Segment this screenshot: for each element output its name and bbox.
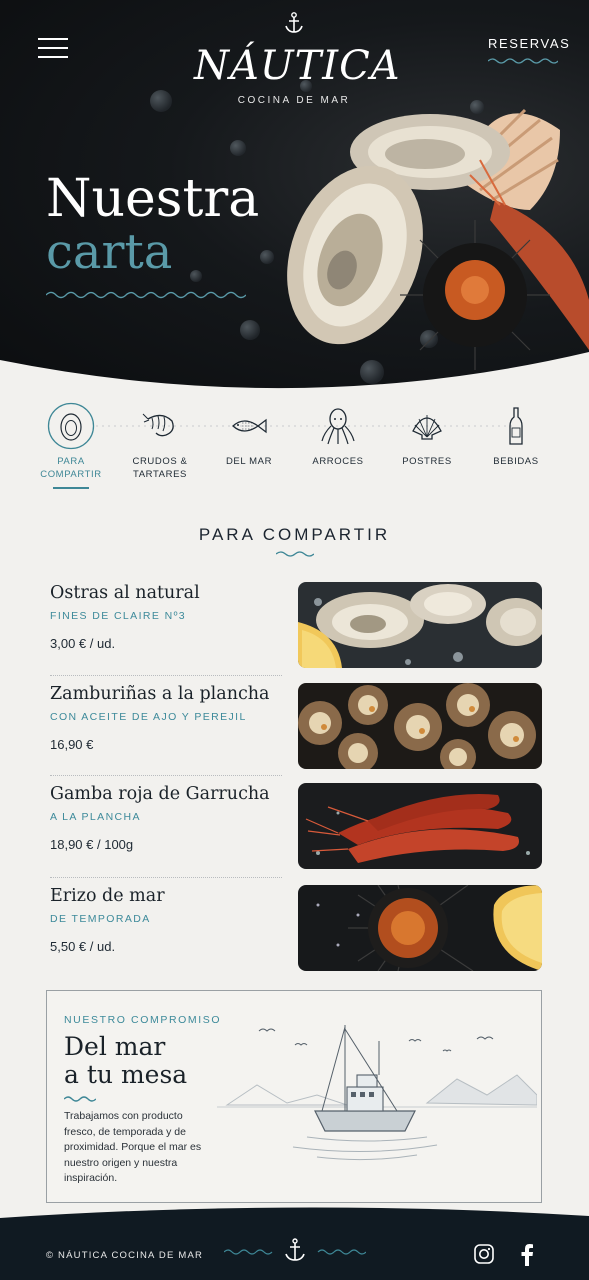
menu-item[interactable]: Ostras al natural FINES DE CLAIRE Nº3 3,… [50, 582, 542, 668]
wave-decoration [488, 58, 558, 64]
fishing-boat-illustration [217, 1025, 537, 1161]
item-divider [50, 675, 282, 676]
oyster-icon [47, 402, 95, 450]
active-tab-indicator [53, 487, 89, 489]
hero-title-line1: Nuestra [46, 169, 260, 229]
item-divider [50, 877, 282, 878]
commitment-body: Trabajamos con producto fresco, de tempo… [64, 1110, 202, 1184]
footer: © NÁUTICA COCINA DE MAR [0, 1200, 589, 1280]
anchor-icon [285, 12, 303, 33]
item-photo-urchin [298, 885, 542, 971]
menu-item[interactable]: Zamburiñas a la plancha CON ACEITE DE AJ… [50, 683, 542, 769]
logo-subtitle: COCINA DE MAR [237, 95, 351, 106]
footer-copyright: © NÁUTICA COCINA DE MAR [46, 1250, 204, 1261]
facebook-icon[interactable] [520, 1244, 534, 1266]
hero-banner: NÁUTICA COCINA DE MAR RESERVAS Nuestra c… [0, 0, 589, 400]
commitment-card: NUESTRO COMPROMISO Del mar a tu mesa Tra… [46, 990, 542, 1203]
shrimp-icon [142, 413, 174, 437]
reservas-label: RESERVAS [488, 36, 571, 51]
commitment-title-line1: Del mar [64, 1032, 166, 1061]
shell-icon [412, 415, 442, 440]
tab-label: PARA COMPARTIR [40, 456, 102, 480]
item-photo-scallops [298, 683, 542, 769]
wave-decoration [64, 1096, 96, 1102]
tab-bebidas[interactable]: BEBIDAS [474, 402, 558, 468]
fish-icon [232, 418, 267, 434]
tab-label: ARROCES [312, 456, 364, 467]
tab-crudos-tartares[interactable]: CRUDOS & TARTARES [118, 402, 202, 481]
octopus-icon [321, 408, 355, 445]
tab-label: DEL MAR [225, 456, 273, 467]
anchor-icon [224, 1238, 366, 1261]
item-photo-oysters [298, 582, 542, 668]
bottle-icon [509, 407, 523, 445]
reservas-link[interactable]: RESERVAS [488, 36, 570, 65]
instagram-icon[interactable] [474, 1244, 494, 1264]
tab-label: CRUDOS & TARTARES [132, 456, 188, 480]
commitment-title: Del mar a tu mesa [64, 1033, 187, 1089]
section-title: PARA COMPARTIR [198, 525, 391, 544]
tab-postres[interactable]: POSTRES [385, 402, 469, 468]
tab-arroces[interactable]: ARROCES [296, 402, 380, 468]
tab-para-compartir[interactable]: PARA COMPARTIR [29, 402, 113, 489]
hero-title-line2: carta [46, 224, 173, 280]
item-divider [50, 775, 282, 776]
wave-decoration [276, 551, 314, 557]
tab-label: POSTRES [402, 456, 452, 467]
menu-button[interactable] [38, 36, 68, 60]
category-nav: PARA COMPARTIR CRUDOS & TARTARES DEL MAR [24, 402, 572, 494]
commitment-title-line2: a tu mesa [64, 1060, 188, 1089]
menu-item[interactable]: Erizo de mar DE TEMPORADA 5,50 € / ud. [50, 885, 542, 971]
menu-item[interactable]: Gamba roja de Garrucha A LA PLANCHA 18,9… [50, 783, 542, 869]
logo[interactable]: NÁUTICA COCINA DE MAR [194, 12, 401, 106]
tab-label: BEBIDAS [493, 456, 539, 467]
tab-del-mar[interactable]: DEL MAR [207, 402, 291, 468]
logo-text: NÁUTICA [194, 43, 401, 89]
wave-decoration [46, 291, 246, 299]
item-photo-prawns [298, 783, 542, 869]
